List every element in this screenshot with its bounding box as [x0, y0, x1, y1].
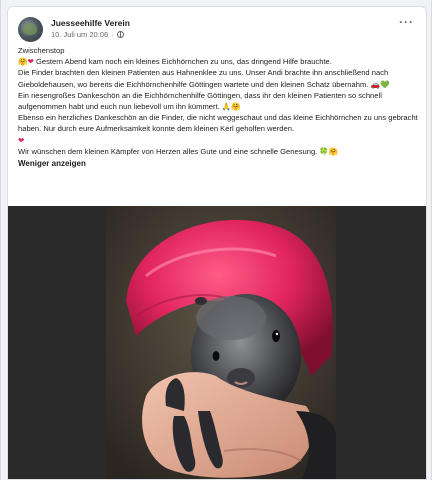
post-card: Juesseehilfe Verein 10. Juli um 20:06 · …: [7, 6, 427, 480]
post-paragraph: 🤗❤ Gestern Abend kam noch ein kleines Ei…: [18, 57, 332, 67]
avatar[interactable]: [18, 17, 43, 42]
post-date[interactable]: 10. Juli um 20:06: [51, 30, 108, 39]
post-paragraph: ❤: [18, 135, 420, 146]
date-separator: ·: [111, 30, 114, 39]
post-photo[interactable]: [106, 206, 336, 479]
pray-icon: 🙏: [221, 102, 232, 112]
post-paragraph: Ein riesengroßes Dankeschön an die Eichh…: [18, 90, 382, 112]
hug-icon: 🤗: [328, 146, 339, 156]
post-header: Juesseehilfe Verein 10. Juli um 20:06 · …: [18, 16, 418, 43]
squirrel-photo-illustration: [106, 206, 336, 479]
post-author[interactable]: Juesseehilfe Verein: [51, 18, 130, 28]
hug-icon: 🤗: [231, 102, 241, 112]
post-paragraph: Wir wünschen dem kleinen Kämpfer von Her…: [18, 146, 339, 156]
heart-icon: ❤: [18, 135, 25, 145]
post-paragraph: Zwischenstop: [18, 46, 65, 55]
post-paragraph: Ebenso ein herzliches Dankeschön an die …: [18, 113, 418, 134]
post-paragraph: Die Finder brachten den kleinen Patiente…: [18, 68, 390, 89]
feed-background: Juesseehilfe Verein 10. Juli um 20:06 · …: [0, 0, 432, 480]
clover-icon: 🍀: [319, 146, 329, 156]
globe-icon[interactable]: [116, 31, 124, 38]
more-options-icon[interactable]: ···: [399, 16, 414, 28]
heart-icon: ❤: [27, 57, 34, 67]
car-icon: 🚗: [370, 79, 380, 89]
see-less-link[interactable]: Weniger anzeigen: [18, 158, 420, 169]
photo-frame: [8, 206, 426, 479]
post-text: Zwischenstop 🤗❤ Gestern Abend kam noch e…: [18, 45, 420, 169]
post-meta: 10. Juli um 20:06 ·: [51, 30, 124, 39]
green-heart-icon: 💚: [379, 79, 390, 89]
